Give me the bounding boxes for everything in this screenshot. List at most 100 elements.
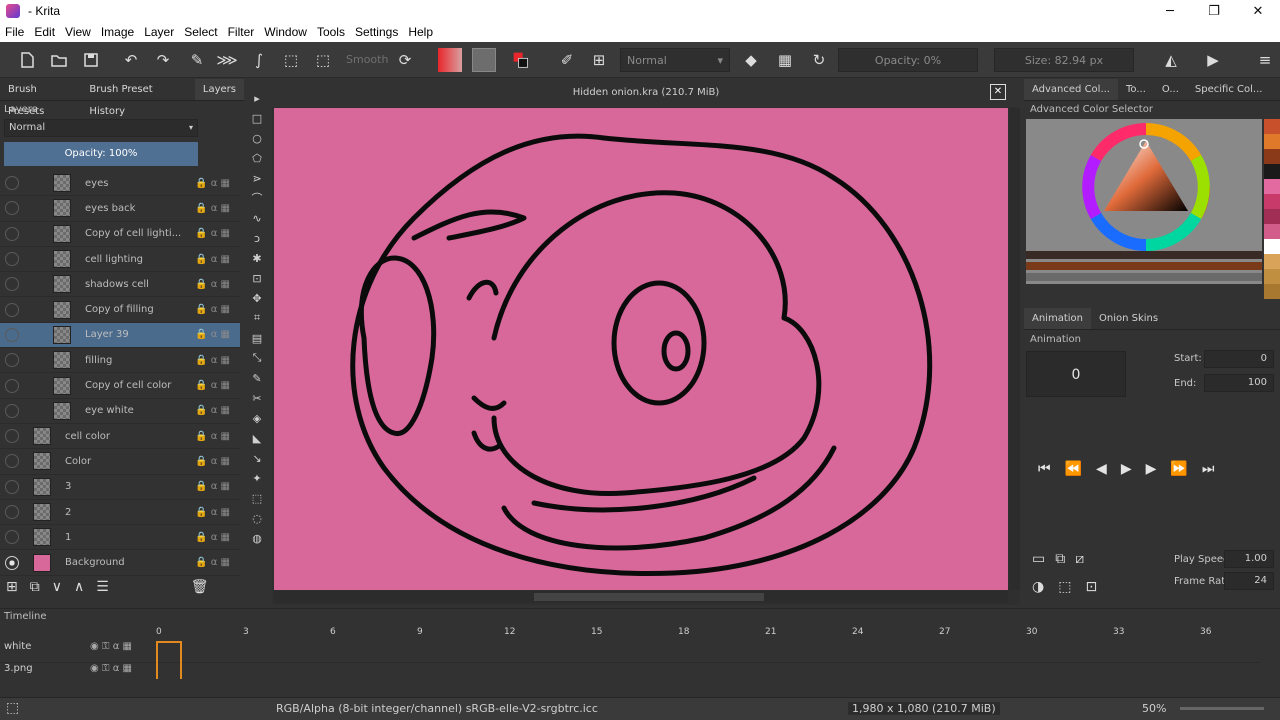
visibility-eye-icon[interactable] — [5, 327, 19, 342]
visibility-eye-icon[interactable] — [5, 277, 19, 292]
layer-row[interactable]: Color 🔒 α ▦ — [0, 449, 240, 475]
drop-frames-icon[interactable]: ⊡ — [1085, 579, 1097, 595]
ellipse-select-icon[interactable]: ◌ — [246, 508, 268, 528]
layer-lock-alpha-icons[interactable]: 🔒 α ▦ — [195, 405, 230, 416]
grid-icon[interactable]: ⊞ — [588, 49, 610, 71]
tab-overview[interactable]: O... — [1154, 79, 1187, 100]
layer-row[interactable]: Background 🔒 α ▦ — [0, 550, 240, 576]
paint-brush-icon[interactable]: ✐ — [556, 49, 578, 71]
visibility-eye-icon[interactable] — [5, 505, 19, 519]
layer-row[interactable]: eye white 🔒 α ▦ — [0, 399, 240, 424]
visibility-eye-icon[interactable] — [5, 201, 19, 216]
move-up-icon[interactable]: ∧ — [74, 579, 84, 595]
freehand-path-icon[interactable]: ∿ — [246, 208, 268, 228]
visibility-eye-icon[interactable] — [5, 454, 19, 469]
tab-animation[interactable]: Animation — [1024, 308, 1091, 329]
current-frame-field[interactable]: 0 — [1026, 351, 1126, 397]
move-down-icon[interactable]: ∨ — [52, 579, 62, 595]
menu-select[interactable]: Select — [179, 25, 222, 39]
visibility-icon[interactable]: ◉ ⚿ α ▦ — [90, 663, 132, 674]
layer-lock-alpha-icons[interactable]: 🔒 α ▦ — [195, 456, 230, 467]
mirror-vertical-icon[interactable]: ▶ — [1202, 49, 1224, 71]
blend-mode-select[interactable]: Normal ▾ — [620, 48, 730, 72]
canvas-vertical-scrollbar[interactable] — [1010, 108, 1020, 590]
next-keyframe-icon[interactable]: ⏩ — [1170, 461, 1187, 477]
tab-advanced-color[interactable]: Advanced Col... — [1024, 79, 1118, 100]
opacity-slider[interactable]: Opacity: 0% — [838, 48, 978, 72]
layer-blend-mode-select[interactable]: Normal ▾ — [4, 119, 198, 137]
open-document-icon[interactable] — [48, 49, 70, 71]
tab-layers[interactable]: Layers — [194, 79, 244, 100]
visibility-eye-icon[interactable] — [5, 429, 19, 444]
duplicate-layer-icon[interactable]: ⧉ — [30, 579, 40, 595]
color-swatch[interactable] — [1264, 179, 1280, 194]
polyline-tool-icon[interactable]: ⋗ — [246, 168, 268, 188]
pattern-swatch[interactable] — [472, 48, 496, 72]
brush-presets-icon[interactable]: ⋙ — [216, 49, 238, 71]
menu-filter[interactable]: Filter — [223, 25, 260, 39]
minimize-button[interactable]: ─ — [1148, 0, 1192, 22]
dynamic-brush-icon[interactable]: ↄ — [246, 228, 268, 248]
previous-keyframe-icon[interactable]: ⏪ — [1065, 461, 1082, 477]
menu-help[interactable]: Help — [403, 25, 438, 39]
layer-lock-alpha-icons[interactable]: 🔒 α ▦ — [195, 203, 230, 214]
layer-row[interactable]: eyes 🔒 α ▦ — [0, 171, 240, 197]
size-slider[interactable]: Size: 82.94 px — [994, 48, 1134, 72]
assistant-tool-icon[interactable]: ✂ — [246, 388, 268, 408]
advanced-color-selector[interactable] — [1026, 119, 1262, 284]
zoom-slider[interactable] — [1180, 707, 1264, 710]
tab-brush-presets[interactable]: Brush Presets — [0, 79, 81, 117]
layer-properties-icon[interactable]: ☰ — [96, 579, 109, 595]
menu-hamburger-icon[interactable]: ≡ — [1254, 49, 1276, 71]
visibility-eye-icon[interactable] — [5, 403, 19, 418]
layer-lock-alpha-icons[interactable]: 🔒 α ▦ — [195, 507, 230, 518]
frame-rate-field[interactable]: 24 — [1224, 572, 1274, 590]
layer-lock-alpha-icons[interactable]: 🔒 α ▦ — [195, 380, 230, 391]
menu-layer[interactable]: Layer — [139, 25, 179, 39]
layer-row[interactable]: filling 🔒 α ▦ — [0, 348, 240, 374]
layer-lock-alpha-icons[interactable]: 🔒 α ▦ — [195, 279, 230, 290]
fill-tool-icon[interactable]: ◈ — [246, 408, 268, 428]
layer-row[interactable]: Layer 39 🔒 α ▦ — [0, 322, 240, 349]
menu-view[interactable]: View — [60, 25, 96, 39]
visibility-eye-icon[interactable] — [5, 378, 19, 393]
color-swatch[interactable] — [1264, 149, 1280, 164]
reset-icon[interactable]: ↻ — [808, 49, 830, 71]
next-frame-icon[interactable]: ▶ — [1146, 461, 1157, 477]
redo-icon[interactable]: ↷ — [152, 49, 174, 71]
ellipse-tool-icon[interactable]: ○ — [246, 128, 268, 148]
close-window-button[interactable]: ✕ — [1236, 0, 1280, 22]
restore-button[interactable]: ❐ — [1192, 0, 1236, 22]
move-tool-icon[interactable]: ✥ — [246, 288, 268, 308]
add-frame-icon[interactable]: ▭ — [1032, 551, 1045, 567]
last-frame-icon[interactable]: ⏭ — [1202, 461, 1215, 477]
layer-row[interactable]: cell color 🔒 α ▦ — [0, 424, 240, 450]
layer-row[interactable]: 3 🔒 α ▦ — [0, 475, 240, 500]
wrap-around-icon[interactable]: ⬚ — [280, 49, 302, 71]
reference-tool-icon[interactable]: ↘ — [246, 448, 268, 468]
menu-window[interactable]: Window — [259, 25, 312, 39]
color-swatch[interactable] — [1264, 209, 1280, 224]
layer-row[interactable]: Copy of cell color 🔒 α ▦ — [0, 373, 240, 399]
gradient-swatch[interactable] — [438, 48, 462, 72]
visibility-eye-icon[interactable] — [5, 555, 19, 570]
visibility-eye-icon[interactable] — [5, 302, 19, 317]
crop-tool-icon[interactable]: ⌗ — [246, 308, 268, 328]
layer-row[interactable]: cell lighting 🔒 α ▦ — [0, 247, 240, 273]
end-field[interactable]: 100 — [1204, 374, 1274, 392]
tab-onion-skins[interactable]: Onion Skins — [1091, 308, 1166, 329]
multibrush-icon[interactable]: ✱ — [246, 248, 268, 268]
mirror-horizontal-icon[interactable]: ◭ — [1160, 49, 1182, 71]
preserve-alpha-icon[interactable]: ▦ — [774, 49, 796, 71]
visibility-eye-icon[interactable] — [5, 530, 19, 545]
visibility-eye-icon[interactable] — [5, 353, 19, 368]
undo-icon[interactable]: ↶ — [120, 49, 142, 71]
delete-layer-icon[interactable]: 🗑 — [191, 579, 209, 595]
brush-editor-icon[interactable]: ✎ — [186, 49, 208, 71]
layer-opacity-slider[interactable]: Opacity: 100% — [4, 142, 198, 166]
measure-tool-icon[interactable]: ◣ — [246, 428, 268, 448]
layer-row[interactable]: Copy of cell lighti... 🔒 α ▦ — [0, 222, 240, 247]
color-swatch[interactable] — [1264, 194, 1280, 209]
timeline-row[interactable]: 3.png ◉ ⚿ α ▦ — [0, 659, 1260, 683]
layer-lock-alpha-icons[interactable]: 🔒 α ▦ — [195, 481, 230, 492]
